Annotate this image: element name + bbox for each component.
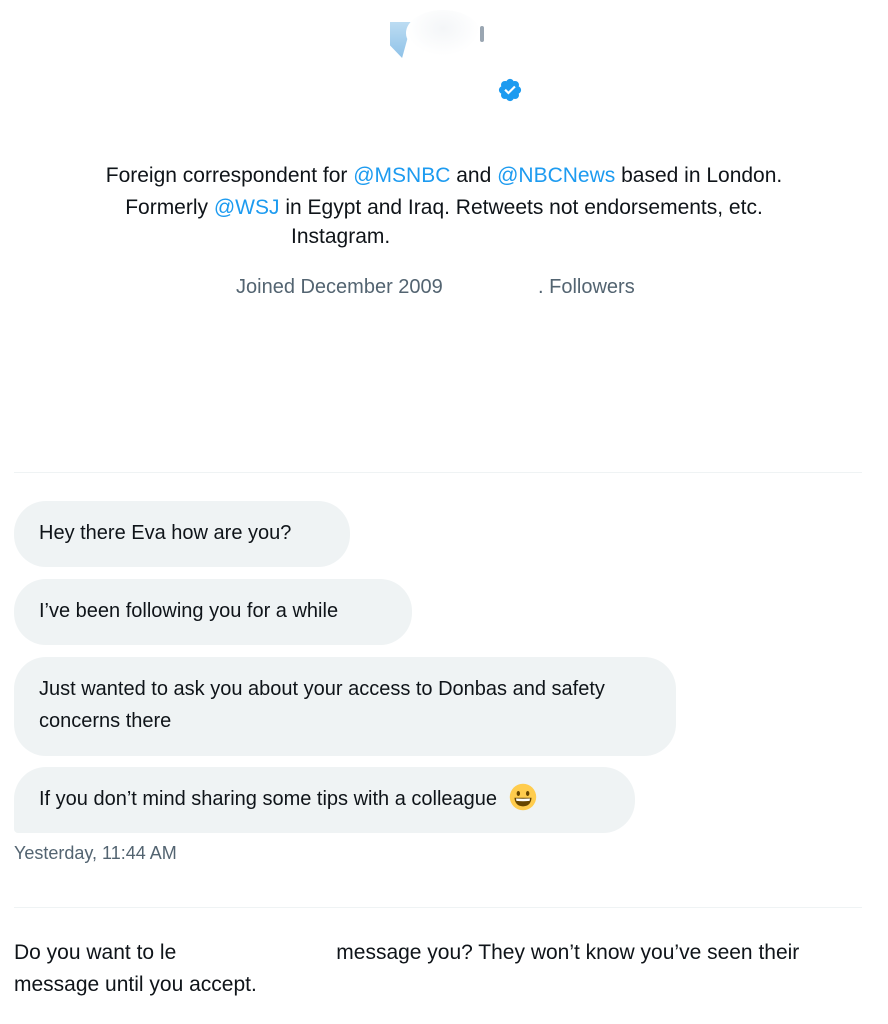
grinning-face-emoji-icon — [509, 783, 536, 811]
message-bubble[interactable]: Just wanted to ask you about your access… — [14, 657, 676, 756]
profile-bio: Foreign correspondent for @MSNBC and @NB… — [40, 160, 848, 250]
mention-link-wsj[interactable]: @WSJ — [214, 196, 280, 219]
request-text: Do you want to le — [14, 941, 177, 964]
message-text: Hey there Eva how are you? — [39, 522, 292, 544]
profile-avatar[interactable] — [384, 0, 504, 60]
message-text: Just wanted to ask you about your access… — [39, 678, 605, 732]
redacted-username — [176, 937, 337, 965]
bio-text: based in London. — [615, 164, 783, 187]
bio-text: Foreign correspondent for — [105, 164, 354, 187]
avatar-fragment — [406, 10, 480, 56]
message-text: If you don’t mind sharing some tips with… — [39, 788, 498, 810]
bio-text: in Egypt and Iraq. Retweets not endorsem… — [279, 196, 763, 219]
message-bubble[interactable]: I’ve been following you for a while — [14, 579, 412, 645]
message-timestamp: Yesterday, 11:44 AM — [14, 843, 177, 863]
avatar-fragment — [480, 26, 484, 42]
mention-link-nbcnews[interactable]: @NBCNews — [497, 164, 615, 187]
message-bubble[interactable]: If you don’t mind sharing some tips with… — [14, 767, 635, 833]
mention-link-msnbc[interactable]: @MSNBC — [353, 164, 450, 187]
message-bubble[interactable]: Hey there Eva how are you? — [14, 501, 350, 567]
bio-instagram: Instagram. — [291, 225, 391, 248]
verified-badge-icon — [498, 78, 522, 102]
message-text: I’ve been following you for a while — [39, 600, 339, 622]
joined-date: Joined December 2009 — [236, 276, 443, 298]
message-request-prompt: Do you want to le message you? They won’t… — [14, 937, 874, 1001]
followers-count[interactable]: . Followers — [538, 276, 635, 299]
divider — [14, 472, 862, 473]
divider — [14, 907, 862, 908]
bio-text: and — [450, 164, 498, 187]
bio-text: Formerly — [125, 196, 214, 219]
